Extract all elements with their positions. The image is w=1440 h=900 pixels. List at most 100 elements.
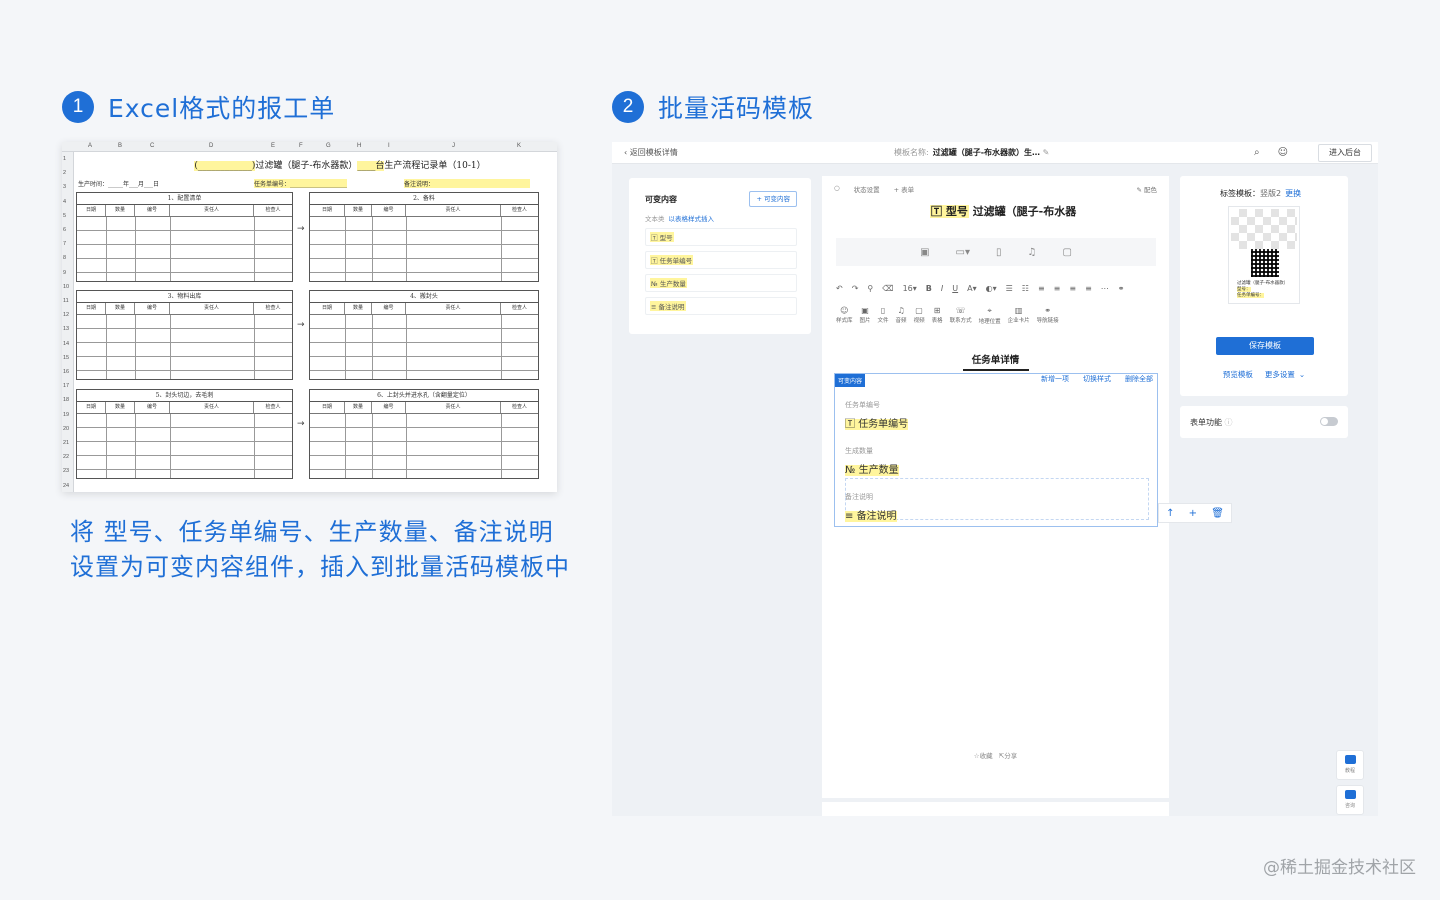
table-button[interactable]: ⊞ 表格 <box>932 306 943 325</box>
italic-icon[interactable]: I <box>941 284 943 293</box>
consult-button[interactable]: 咨询 <box>1336 785 1364 815</box>
th: 日期 <box>310 205 345 216</box>
status-settings[interactable]: 状态设置 <box>854 184 880 194</box>
bold-icon[interactable]: B <box>926 284 932 293</box>
field-label: 备注说明 <box>845 493 873 501</box>
share-button[interactable]: ⇱分享 <box>999 752 1017 760</box>
variable-item-qty[interactable]: № 生产数量 <box>645 274 797 292</box>
th: 检查人 <box>265 305 281 311</box>
gallery-icon[interactable]: ▭▾ <box>956 247 970 258</box>
preview-template-link[interactable]: 预览模板 <box>1223 370 1253 379</box>
user-icon[interactable]: ☺ <box>1278 147 1288 158</box>
col-label: J <box>452 143 455 149</box>
edit-icon[interactable]: ✎ <box>1043 148 1050 157</box>
more-settings-link[interactable]: 更多设置 ⌄ <box>1261 370 1305 379</box>
description-line: 将 型号、任务单编号、生产数量、备注说明 <box>70 518 554 546</box>
image-icon[interactable]: ▣ <box>920 247 929 258</box>
delete-icon[interactable]: 🗑 <box>1211 508 1224 519</box>
template-name-value[interactable]: 过滤罐（腿子-布水器款）生… <box>933 148 1040 157</box>
row-label: 16 <box>63 369 70 375</box>
back-link[interactable]: ‹ 返回模板详情 <box>624 147 678 158</box>
status-icon[interactable]: ○ <box>834 184 840 194</box>
th: 数量 <box>106 303 135 314</box>
highlight-icon[interactable]: ◐▾ <box>986 284 997 293</box>
move-up-icon[interactable]: ↑ <box>1166 508 1174 519</box>
code-name[interactable]: 🅃 型号 过滤罐（腿子-布水器 <box>930 203 1076 219</box>
var-label: 备注说明 <box>658 303 685 311</box>
format-paint-icon[interactable]: ⚲ <box>867 284 873 293</box>
field-remark[interactable]: 备注说明 ≡ 备注说明 <box>845 492 897 522</box>
model-blank: (____________) <box>194 161 256 171</box>
add-variable-button[interactable]: + 可变内容 <box>749 191 797 207</box>
top-bar: ‹ 返回模板详情 模板名称: 过滤罐（腿子-布水器款）生… ✎ ⌕ ☺ 进入后台 <box>612 142 1378 164</box>
th: 编号 <box>372 303 406 314</box>
link-icon[interactable]: ⚭ <box>1118 284 1125 293</box>
search-icon[interactable]: ⌕ <box>1254 147 1260 158</box>
add-item-button[interactable]: 新增一项 <box>1041 374 1069 384</box>
field-task-number[interactable]: 任务单编号 🅃 任务单编号 <box>845 400 909 430</box>
section-number: 2 <box>612 91 644 123</box>
save-template-button[interactable]: 保存模板 <box>1216 337 1314 355</box>
chat-icon <box>1344 790 1356 799</box>
justify-icon[interactable]: ≡ <box>1085 284 1092 293</box>
tutorial-button[interactable]: 教程 <box>1336 750 1364 780</box>
location-button[interactable]: ⌖ 地理位置 <box>979 306 1001 325</box>
variable-item-model[interactable]: 🅃 型号 <box>645 228 797 246</box>
variables-panel: 可变内容 + 可变内容 文本类 以表格样式插入 🅃 型号 🅃 任务单编号 № 生产… <box>629 178 811 334</box>
eraser-icon[interactable]: ⌫ <box>882 284 893 293</box>
undo-icon[interactable]: ↶ <box>836 284 843 293</box>
label-preview: 过滤罐（腿子-布水器款） 型号： 任务单编号： <box>1228 206 1300 304</box>
audio-button[interactable]: ♫ 音频 <box>896 306 907 325</box>
media-bar: ▣ ▭▾ ▯ ♫ ▢ <box>836 238 1156 266</box>
font-size-select[interactable]: 16▾ <box>903 284 917 293</box>
enter-backend-button[interactable]: 进入后台 <box>1318 144 1372 162</box>
add-form-button[interactable]: + 表单 <box>894 184 915 194</box>
align-right-icon[interactable]: ≡ <box>1069 284 1076 293</box>
change-template-link[interactable]: 更换 <box>1285 189 1301 198</box>
company-card-button[interactable]: ▥ 企业卡片 <box>1008 306 1030 325</box>
variable-item-remark[interactable]: ≡ 备注说明 <box>645 297 797 315</box>
bullet-list-icon[interactable]: ☷ <box>1022 284 1029 293</box>
help-icon[interactable]: ⓘ <box>1225 418 1233 427</box>
col-label: C <box>150 143 155 149</box>
form-function-toggle[interactable] <box>1320 417 1338 426</box>
template-name: 模板名称: 过滤罐（腿子-布水器款）生… ✎ <box>894 147 1049 158</box>
audio-icon[interactable]: ♫ <box>1028 247 1037 258</box>
font-color-icon[interactable]: A▾ <box>967 284 977 293</box>
tutorial-label: 教程 <box>1344 768 1355 774</box>
th: 责任人 <box>406 303 501 314</box>
delete-all-button[interactable]: 删除全部 <box>1125 374 1153 384</box>
nav-link-button[interactable]: ⚭ 导航链接 <box>1037 306 1059 325</box>
watermark: @稀土掘金技术社区 <box>1263 858 1416 878</box>
section-number: 1 <box>62 91 94 123</box>
ordered-list-icon[interactable]: ☰ <box>1006 284 1013 293</box>
variable-item-task[interactable]: 🅃 任务单编号 <box>645 251 797 269</box>
style-library-button[interactable]: ☺ 样式库 <box>836 306 853 325</box>
form-function-label: 表单功能 ⓘ <box>1190 417 1233 428</box>
flow-arrow: → <box>297 419 305 429</box>
video-button[interactable]: ▢ 视频 <box>914 306 925 325</box>
color-scheme-button[interactable]: ✎ 配色 <box>1136 184 1157 194</box>
insert-as-table-link[interactable]: 以表格样式插入 <box>669 215 715 223</box>
align-center-icon[interactable]: ≡ <box>1054 284 1061 293</box>
share-label: 分享 <box>1004 752 1018 760</box>
underline-icon[interactable]: U <box>952 284 958 293</box>
contact-button[interactable]: ☏ 联系方式 <box>950 306 972 325</box>
field-quantity[interactable]: 生成数量 № 生产数量 <box>845 446 899 476</box>
switch-style-button[interactable]: 切换样式 <box>1083 374 1111 384</box>
image-button[interactable]: ▣ 图片 <box>860 306 871 325</box>
redo-icon[interactable]: ↷ <box>852 284 859 293</box>
file-button[interactable]: ▯ 文件 <box>878 306 889 325</box>
collect-button[interactable]: ☆收藏 <box>974 752 993 760</box>
video-icon[interactable]: ▢ <box>1062 247 1071 258</box>
flow-arrow: → <box>297 224 305 234</box>
file-icon[interactable]: ▯ <box>996 247 1002 258</box>
divider-icon[interactable]: ⋯ <box>1101 284 1109 293</box>
row-label: 19 <box>63 411 70 418</box>
variable-block[interactable]: 可变内容 新增一项 切换样式 删除全部 任务单编号 🅃 任务单编号 生成数量 № 生… <box>834 373 1158 527</box>
sheet-title: (____________)过滤罐（腿子-布水器款）____台生产流程记录单（1… <box>140 158 540 171</box>
palette-icon: ☺ <box>840 306 849 315</box>
add-icon[interactable]: + <box>1189 508 1197 519</box>
align-left-icon[interactable]: ≡ <box>1038 284 1045 293</box>
tb-label: 企业卡片 <box>1007 318 1030 324</box>
